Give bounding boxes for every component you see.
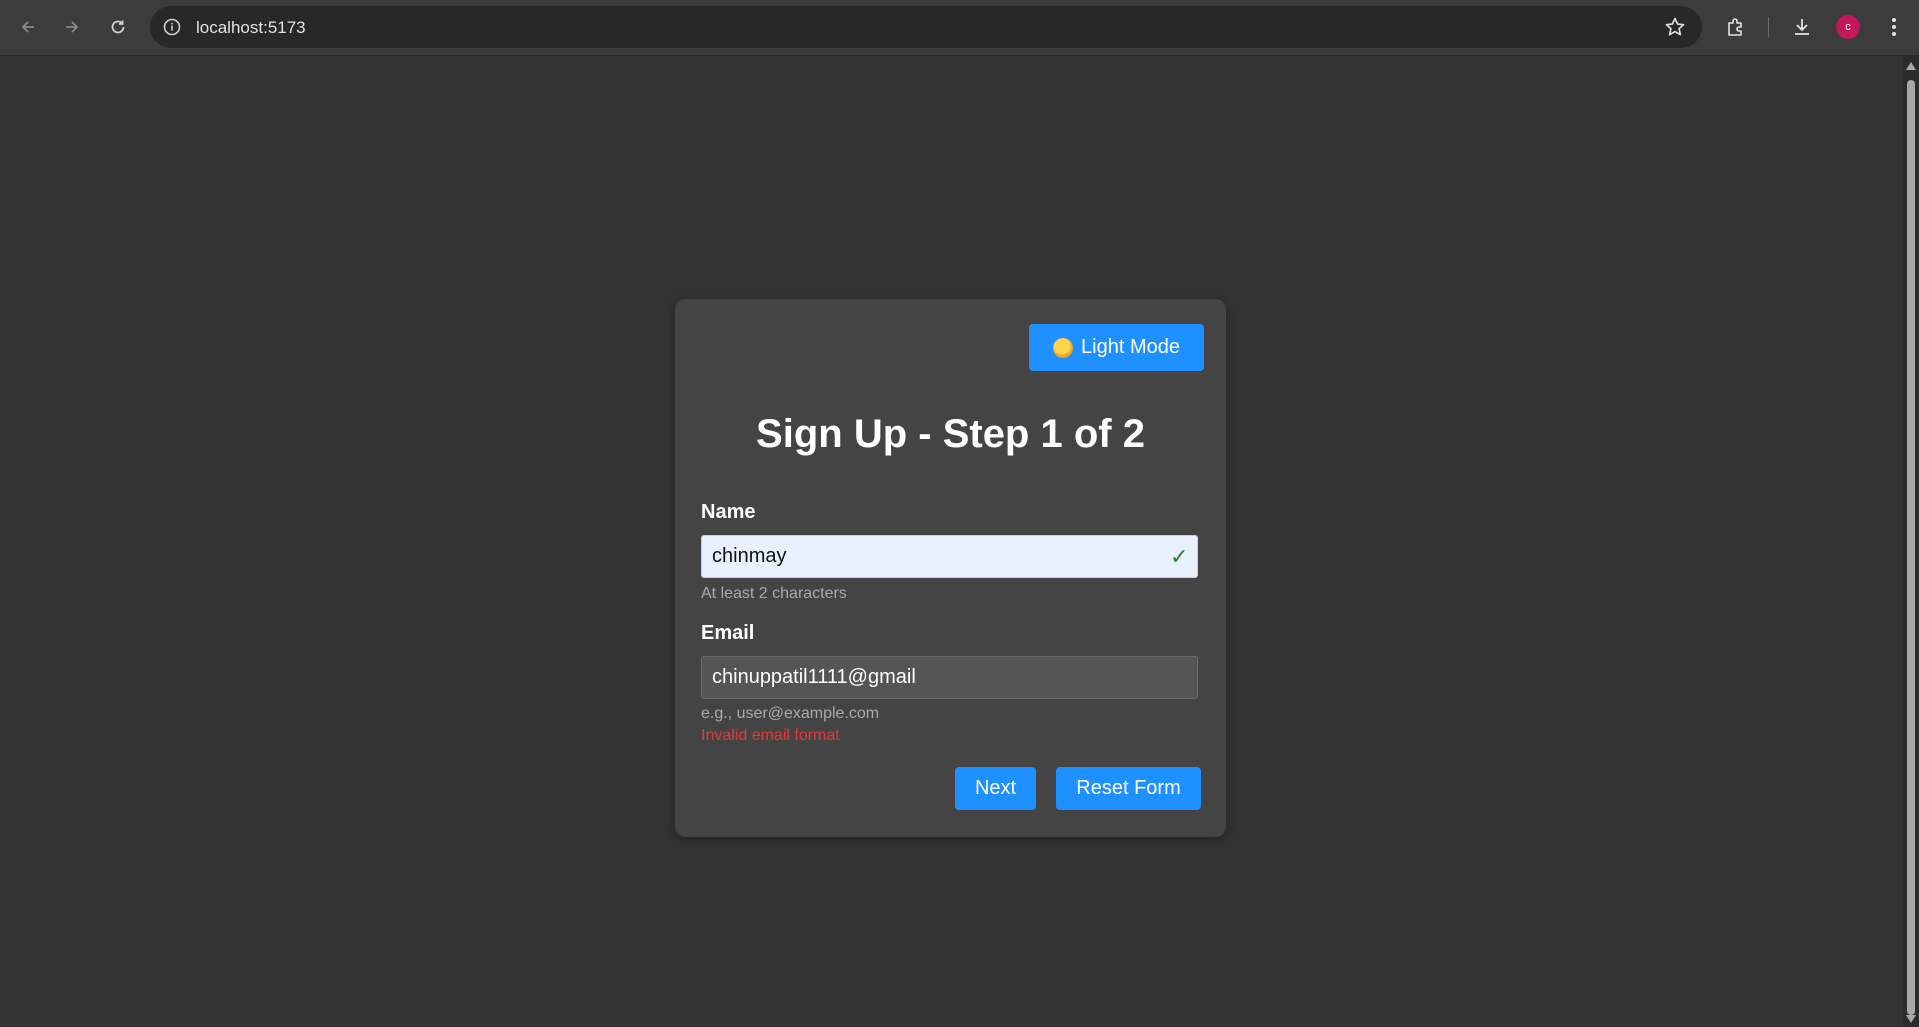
site-info-icon[interactable] [162,17,182,37]
theme-toggle-label: Light Mode [1081,336,1180,358]
sun-icon [1053,337,1074,358]
kebab-menu-icon [1892,18,1896,36]
browser-toolbar: localhost:5173 c [0,0,1919,56]
bookmark-star-icon[interactable] [1664,16,1686,38]
email-label: Email [701,622,755,644]
theme-toggle-button[interactable]: Light Mode [1029,324,1204,371]
download-icon [1795,19,1809,35]
scroll-down-arrow-icon[interactable] [1906,1015,1916,1023]
reset-form-button[interactable]: Reset Form [1056,767,1201,810]
email-input[interactable] [701,656,1198,699]
signup-card: Light Mode Sign Up - Step 1 of 2 Name ✓ … [675,299,1226,837]
page-scrollbar[interactable] [1903,56,1919,1027]
forward-arrow-icon [66,21,79,33]
back-arrow-icon [21,21,34,33]
valid-check-icon: ✓ [1170,544,1189,569]
forward-button[interactable] [57,13,87,41]
reload-button[interactable] [103,13,133,41]
next-button[interactable]: Next [955,767,1036,810]
downloads-button[interactable] [1788,13,1816,41]
profile-avatar[interactable]: c [1836,15,1860,39]
reload-icon [111,20,125,34]
name-label: Name [701,501,756,523]
puzzle-icon [1728,18,1742,36]
page-title: Sign Up - Step 1 of 2 [756,412,1145,456]
toolbar-divider [1768,17,1769,37]
back-button[interactable] [13,13,43,41]
address-bar[interactable]: localhost:5173 [150,6,1702,48]
email-hint: e.g., user@example.com [701,705,880,722]
extensions-button[interactable] [1722,13,1750,41]
browser-menu-button[interactable] [1880,13,1908,41]
scroll-thumb[interactable] [1907,80,1915,1015]
url-text[interactable]: localhost:5173 [196,18,306,38]
name-input[interactable] [701,535,1198,578]
name-hint: At least 2 characters [701,585,847,602]
scroll-up-arrow-icon[interactable] [1906,62,1916,70]
email-error-message: Invalid email format [701,727,840,744]
